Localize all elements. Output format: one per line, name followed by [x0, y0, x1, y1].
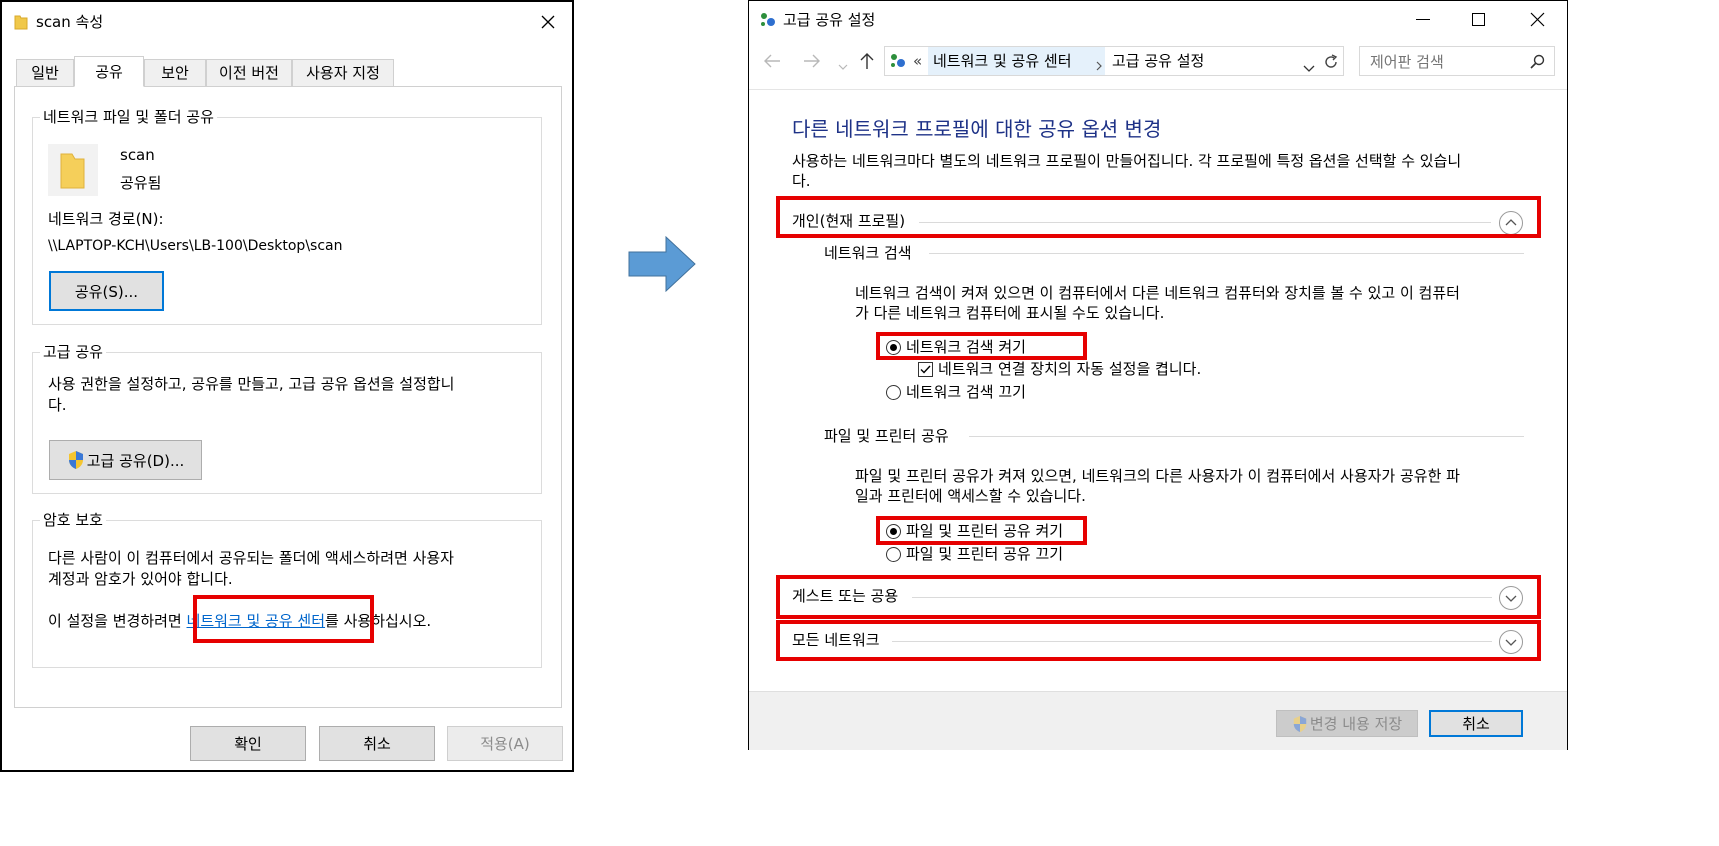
- forward-arrow-icon[interactable]: [803, 53, 821, 73]
- network-discovery-divider: [929, 253, 1524, 254]
- maximize-icon[interactable]: [1472, 13, 1485, 26]
- address-network-icon: [889, 52, 907, 74]
- tab-security-label: 보안: [161, 64, 189, 82]
- tab-general-label: 일반: [31, 64, 59, 82]
- ok-button[interactable]: 확인: [190, 726, 306, 761]
- tab-customize-label: 사용자 지정: [306, 64, 380, 82]
- minimize-icon[interactable]: [1416, 19, 1430, 20]
- window-title: scan 속성: [36, 13, 104, 31]
- cancel-button[interactable]: 취소: [319, 726, 435, 761]
- highlight-all-networks: [776, 620, 1541, 661]
- right-arrow-icon: [628, 235, 696, 296]
- breadcrumb-separator-icon: [1095, 56, 1103, 75]
- network-discovery-desc-line2: 가 다른 네트워크 컴퓨터에 표시될 수도 있습니다.: [855, 304, 1165, 322]
- network-discovery-off-label[interactable]: 네트워크 검색 끄기: [906, 382, 1026, 402]
- password-desc-line1: 다른 사람이 이 컴퓨터에서 공유되는 폴더에 액세스하려면 사용자: [48, 549, 454, 567]
- large-folder-icon: [48, 144, 98, 196]
- apply-button-label: 적용(A): [480, 735, 530, 753]
- password-protection-group: [32, 520, 542, 668]
- tab-bar: 일반 공유 보안 이전 버전 사용자 지정: [14, 56, 562, 88]
- highlight-network-center-link: [193, 595, 374, 643]
- advanced-share-button[interactable]: 고급 공유(D)...: [49, 440, 202, 480]
- advanced-share-button-label: 고급 공유(D)...: [86, 451, 185, 470]
- network-discovery-desc-line1: 네트워크 검색이 켜져 있으면 이 컴퓨터에서 다른 네트워크 컴퓨터와 장치를…: [855, 284, 1460, 302]
- search-icon[interactable]: [1530, 54, 1545, 73]
- address-overflow-chevron[interactable]: «: [913, 51, 922, 71]
- nav-divider: [749, 89, 1567, 90]
- intro-line1: 사용하는 네트워크마다 별도의 네트워크 프로필이 만들어집니다. 각 프로필에…: [792, 152, 1462, 170]
- cancel-button[interactable]: 취소: [1429, 710, 1523, 737]
- tab-customize[interactable]: 사용자 지정: [292, 59, 394, 86]
- close-icon[interactable]: [1530, 12, 1545, 31]
- password-protection-heading: 암호 보호: [40, 510, 106, 530]
- password-desc-line2: 계정과 암호가 있어야 합니다.: [48, 570, 233, 588]
- page-heading: 다른 네트워크 프로필에 대한 공유 옵션 변경: [792, 117, 1162, 141]
- tab-general[interactable]: 일반: [16, 59, 74, 86]
- tab-sharing-label: 공유: [95, 62, 123, 81]
- network-discovery-off-radio[interactable]: [886, 385, 901, 400]
- advanced-sharing-window: 고급 공유 설정 « 네트워크 및 공유 센터 고급 공유 설정 제어판 검색 …: [748, 0, 1568, 750]
- file-sharing-divider: [969, 436, 1524, 437]
- network-path-value: \\LAPTOP-KCH\Users\LB-100\Desktop\scan: [48, 238, 343, 254]
- breadcrumb-current[interactable]: 고급 공유 설정: [1112, 51, 1204, 71]
- back-arrow-icon[interactable]: [763, 53, 781, 73]
- file-sharing-off-label[interactable]: 파일 및 프린터 공유 끄기: [906, 544, 1063, 564]
- tab-security[interactable]: 보안: [144, 59, 206, 86]
- advanced-share-desc-line1: 사용 권한을 설정하고, 공유를 만들고, 고급 공유 옵션을 설정합니: [48, 375, 455, 393]
- breadcrumb-network-center-label: 네트워크 및 공유 센터: [933, 52, 1072, 70]
- recent-dropdown-icon[interactable]: [838, 56, 848, 75]
- share-button[interactable]: 공유(S)...: [49, 271, 164, 311]
- uac-shield-icon: [1293, 715, 1307, 732]
- file-sharing-heading: 파일 및 프린터 공유: [824, 427, 949, 445]
- folder-share-status: 공유됨: [120, 174, 162, 192]
- save-changes-button[interactable]: 변경 내용 저장: [1276, 710, 1418, 737]
- search-box[interactable]: [1359, 46, 1555, 76]
- highlight-discovery-on: [876, 332, 1087, 360]
- auto-setup-checkbox[interactable]: [918, 362, 933, 377]
- highlight-file-sharing-on: [876, 516, 1087, 545]
- advanced-share-desc-line2: 다.: [48, 396, 67, 414]
- tab-previous-versions-label: 이전 버전: [219, 64, 279, 82]
- file-sharing-desc-line2: 일과 프린터에 액세스할 수 있습니다.: [855, 487, 1086, 505]
- cancel-button-label: 취소: [1462, 715, 1490, 733]
- folder-name: scan: [120, 146, 155, 164]
- advanced-share-heading: 고급 공유: [40, 342, 106, 362]
- cancel-button-label: 취소: [363, 735, 391, 753]
- network-discovery-heading: 네트워크 검색: [824, 244, 912, 262]
- auto-setup-label[interactable]: 네트워크 연결 장치의 자동 설정을 켭니다.: [938, 359, 1201, 379]
- ok-button-label: 확인: [234, 735, 262, 753]
- refresh-icon[interactable]: [1322, 53, 1340, 75]
- save-changes-label: 변경 내용 저장: [1309, 715, 1403, 733]
- intro-line2: 다.: [792, 172, 811, 190]
- address-bar[interactable]: « 네트워크 및 공유 센터 고급 공유 설정: [884, 46, 1344, 76]
- close-icon[interactable]: [540, 14, 556, 34]
- network-path-label: 네트워크 경로(N):: [48, 210, 164, 228]
- window-title: 고급 공유 설정: [783, 11, 876, 29]
- address-dropdown-icon[interactable]: [1303, 58, 1315, 77]
- file-sharing-desc-line1: 파일 및 프린터 공유가 켜져 있으면, 네트워크의 다른 사용자가 이 컴퓨터…: [855, 467, 1460, 485]
- apply-button[interactable]: 적용(A): [447, 726, 563, 761]
- properties-window: scan 속성 일반 공유 보안 이전 버전 사용자 지정 네트워크 파일 및 …: [0, 0, 574, 772]
- highlight-guest-profile: [776, 575, 1541, 619]
- settings-change-prefix: 이 설정을 변경하려면: [48, 612, 187, 630]
- uac-shield-icon: [68, 451, 83, 469]
- folder-icon: [14, 14, 28, 34]
- tab-previous-versions[interactable]: 이전 버전: [206, 59, 292, 86]
- up-arrow-icon[interactable]: [859, 52, 875, 74]
- network-share-heading: 네트워크 파일 및 폴더 공유: [40, 107, 217, 127]
- search-input[interactable]: [1368, 50, 1522, 74]
- highlight-private-profile: [776, 196, 1541, 238]
- file-sharing-off-radio[interactable]: [886, 547, 901, 562]
- tab-sharing[interactable]: 공유: [74, 56, 144, 87]
- network-app-icon: [759, 11, 777, 33]
- share-button-label: 공유(S)...: [74, 282, 139, 301]
